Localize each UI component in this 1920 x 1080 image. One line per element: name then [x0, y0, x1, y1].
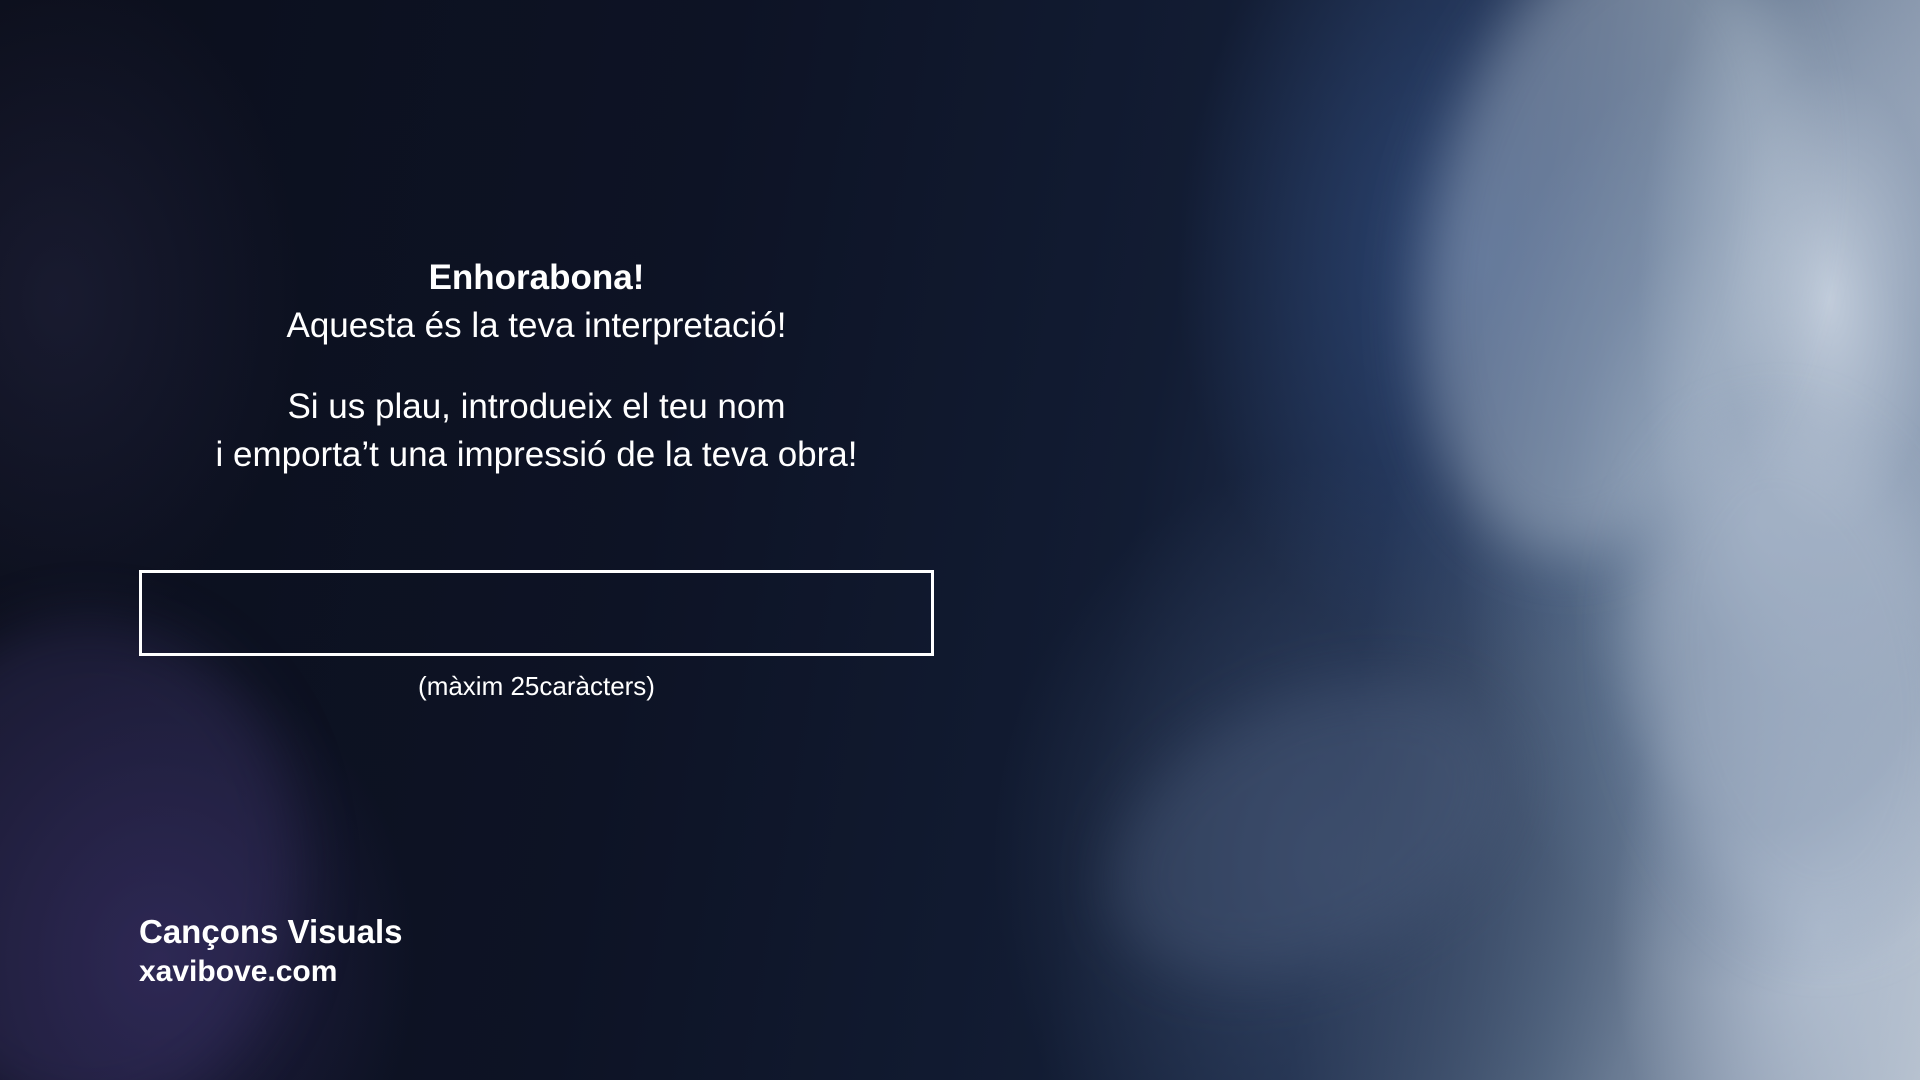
brand-url: xavibove.com — [139, 955, 338, 988]
brand-name: Cançons Visuals — [139, 913, 403, 950]
congratulations-heading: Enhorabona! — [428, 258, 645, 297]
name-input[interactable] — [139, 570, 934, 656]
smoke-texture — [1597, 396, 1920, 964]
interpretation-subtitle: Aquesta és la teva interpretació! — [286, 306, 787, 345]
instruction-line-2: i emporta’t una impressió de la teva obr… — [215, 435, 858, 474]
smoke-texture — [1064, 623, 1556, 1037]
instruction-line-1: Si us plau, introdueix el teu nom — [287, 387, 786, 426]
smoke-texture — [1367, 0, 1853, 591]
background-smoke: Enhorabona! Aquesta és la teva interpret… — [0, 0, 1920, 1080]
name-instructions: Si us plau, introdueix el teu nom i empo… — [140, 383, 933, 479]
brand-block: Cançons Visuals xavibove.com — [139, 910, 403, 990]
character-limit-hint: (màxim 25caràcters) — [418, 671, 655, 701]
